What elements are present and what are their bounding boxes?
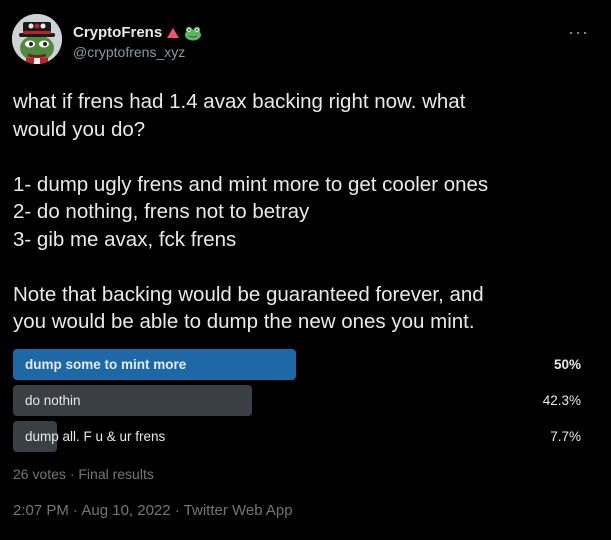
more-options-icon[interactable]: ··· [568, 22, 589, 43]
avatar[interactable] [12, 14, 62, 64]
tweet-text: what if frens had 1.4 avax backing right… [13, 90, 489, 333]
poll-option-label: dump some to mint more [25, 357, 187, 372]
poll-option-label: dump all. F u & ur frens [25, 429, 166, 444]
tweet-header: CryptoFrens @cryptofrens_xyz ··· [12, 14, 599, 66]
poll-option-label: do nothin [25, 393, 81, 408]
tweet-timestamp[interactable]: 2:07 PM · Aug 10, 2022 · Twitter Web App [13, 502, 293, 519]
poll-option: do nothin 42.3% [13, 384, 581, 417]
author-display-name-row[interactable]: CryptoFrens [73, 24, 202, 41]
poll-option: dump some to mint more 50% [13, 348, 581, 381]
poll-option-percent: 7.7% [550, 429, 581, 444]
pepe-avatar-icon [12, 14, 62, 64]
poll-option: dump all. F u & ur frens 7.7% [13, 420, 581, 453]
poll-option-percent: 42.3% [542, 393, 581, 408]
author-display-name[interactable]: CryptoFrens [73, 24, 162, 41]
poll-option-percent: 50% [553, 357, 581, 372]
poll-votes: 26 votes · Final results [13, 466, 154, 482]
frog-icon [185, 26, 202, 40]
red-triangle-icon [167, 27, 180, 38]
author-names: CryptoFrens @cryptofrens_xyz [73, 24, 202, 60]
author-handle[interactable]: @cryptofrens_xyz [73, 44, 202, 60]
poll: dump some to mint more 50% do nothin 42.… [13, 348, 581, 456]
